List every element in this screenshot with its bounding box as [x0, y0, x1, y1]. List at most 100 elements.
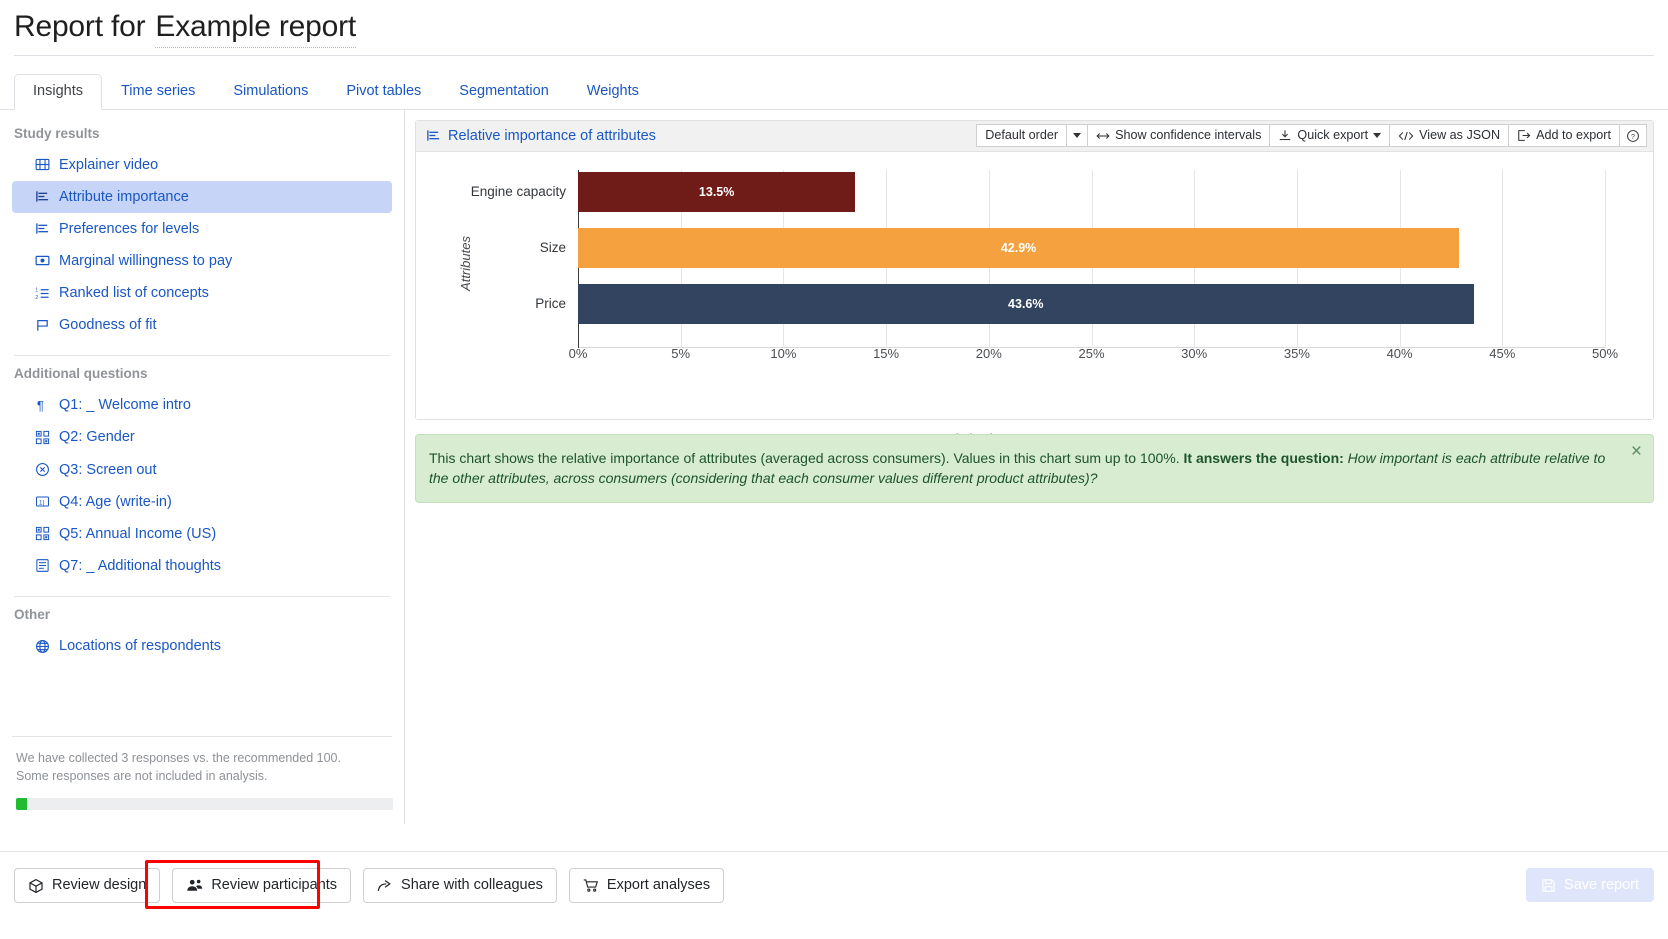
review-participants-label: Review participants — [211, 877, 338, 893]
bar-category-label: Size — [539, 240, 566, 255]
text-lines-icon — [34, 558, 50, 574]
bar[interactable]: Price 43.6% — [535, 283, 1474, 324]
save-report-button[interactable]: Save report — [1526, 868, 1654, 902]
bar[interactable]: Size 42.9% — [540, 227, 1460, 268]
sidebar-item-label: Attribute importance — [59, 188, 189, 205]
share-with-colleagues-button[interactable]: Share with colleagues — [363, 868, 557, 904]
tab-weights[interactable]: Weights — [568, 74, 658, 109]
sidebar-footer: We have collected 3 responses vs. the re… — [12, 736, 393, 823]
page-title: Report for Example report — [14, 10, 1654, 48]
order-select-caret-button[interactable] — [1066, 124, 1089, 147]
quick-export-button[interactable]: Quick export — [1269, 124, 1391, 147]
bar-chart-icon — [34, 221, 50, 237]
sidebar-item-goodness-of-fit[interactable]: Goodness of fit — [12, 309, 392, 341]
arrows-horizontal-icon — [1096, 130, 1110, 142]
sidebar-item-label: Q2: Gender — [59, 429, 135, 446]
share-with-colleagues-label: Share with colleagues — [401, 877, 543, 893]
export-analyses-label: Export analyses — [606, 877, 711, 893]
order-select[interactable]: Default order — [976, 124, 1068, 147]
bar-plot: 0% 5% 10% 15% 20% 25% 30% 35% 40% 45% 50% Engine ca… — [471, 169, 1618, 361]
sidebar-item-label: Preferences for levels — [59, 220, 200, 237]
add-to-export-button[interactable]: Add to export — [1508, 124, 1620, 147]
bar-value-label: 42.9% — [1000, 240, 1037, 255]
sidebar-item-ranked-list-of-concepts[interactable]: 1 2 Ranked list of concepts — [12, 277, 392, 309]
sidebar-item-label: Q4: Age (write-in) — [59, 493, 172, 510]
x-tick-label: 35% — [1283, 345, 1310, 361]
bar-row: Engine capacity 13.5% — [471, 171, 1605, 212]
x-tick-label: 45% — [1489, 345, 1516, 361]
chart-heading[interactable]: Relative importance of attributes — [426, 128, 656, 144]
review-design-button[interactable]: Review design — [14, 868, 161, 904]
tab-time-series[interactable]: Time series — [102, 74, 214, 109]
people-icon — [186, 878, 203, 893]
sidebar-item-q5-annual-income[interactable]: Q5: Annual Income (US) — [12, 518, 392, 550]
sidebar-item-q7-additional-thoughts[interactable]: Q7: _ Additional thoughts — [12, 550, 392, 582]
code-icon — [1398, 130, 1414, 142]
sidebar-item-q4-age[interactable]: 1| Q4: Age (write-in) — [12, 486, 392, 518]
responses-progress-bar — [16, 797, 393, 810]
sidebar-item-label: Q1: _ Welcome intro — [59, 397, 191, 414]
sidebar-item-label: Q3: Screen out — [59, 461, 157, 478]
film-icon — [34, 157, 50, 173]
responses-note: We have collected 3 responses vs. the re… — [16, 751, 341, 784]
help-button[interactable]: ? — [1619, 124, 1647, 147]
paragraph-icon: ¶ — [34, 397, 50, 413]
bar-chart-icon — [34, 189, 50, 205]
sidebar-item-preferences-for-levels[interactable]: Preferences for levels — [12, 213, 392, 245]
info-banner: This chart shows the relative importance… — [415, 433, 1654, 503]
circle-x-icon — [34, 462, 50, 478]
bar[interactable]: Engine capacity 13.5% — [471, 171, 856, 212]
sidebar-item-q3-screen-out[interactable]: Q3: Screen out — [12, 454, 392, 486]
choice-grid-icon — [34, 526, 50, 542]
sidebar-item-label: Goodness of fit — [59, 317, 157, 334]
chart-card: Relative importance of attributes Defaul… — [415, 119, 1654, 446]
sidebar-item-label: Q7: _ Additional thoughts — [59, 557, 222, 574]
bar-category-label: Engine capacity — [470, 184, 566, 199]
report-name-field[interactable]: Example report — [155, 10, 356, 48]
sidebar-item-marginal-willingness-to-pay[interactable]: Marginal willingness to pay — [12, 245, 392, 277]
sidebar-item-q2-gender[interactable]: Q2: Gender — [12, 421, 392, 453]
svg-text:1|: 1| — [38, 500, 44, 507]
order-select-group: Default order — [976, 124, 1089, 147]
sidebar-item-attribute-importance[interactable]: Attribute importance — [12, 180, 392, 213]
chart-heading-label: Relative importance of attributes — [448, 127, 656, 144]
tab-insights[interactable]: Insights — [14, 74, 102, 110]
add-to-export-label: Add to export — [1536, 128, 1611, 143]
bar-category-label: Price — [535, 296, 566, 311]
export-analyses-button[interactable]: Export analyses — [568, 868, 725, 904]
page-title-prefix: Report for — [14, 10, 146, 43]
y-axis-title: Attributes — [457, 235, 473, 291]
sidebar-item-q1-welcome-intro[interactable]: ¶ Q1: _ Welcome intro — [12, 389, 392, 421]
question-circle-icon: ? — [1626, 129, 1640, 143]
bar-row: Size 42.9% — [540, 227, 1605, 268]
review-participants-button[interactable]: Review participants — [172, 868, 352, 904]
chevron-down-icon — [1073, 133, 1082, 138]
show-confidence-intervals-button[interactable]: Show confidence intervals — [1087, 124, 1271, 147]
x-tick-label: 5% — [671, 345, 691, 361]
x-tick-label: 10% — [770, 345, 797, 361]
money-icon — [34, 253, 50, 269]
cube-icon — [28, 878, 44, 894]
bottom-action-bar: Review design Review participants Share … — [0, 851, 1668, 939]
tab-pivot-tables[interactable]: Pivot tables — [327, 74, 440, 109]
ordered-list-icon: 1 2 — [34, 285, 50, 301]
sidebar-divider — [14, 355, 390, 357]
sidebar: Study results Explainer video Attribute … — [0, 109, 405, 824]
sidebar-group-title-other: Other — [14, 607, 51, 622]
tab-simulations[interactable]: Simulations — [214, 74, 327, 109]
sidebar-item-label: Q5: Annual Income (US) — [59, 525, 217, 542]
main-content: Relative importance of attributes Defaul… — [405, 110, 1668, 824]
tab-segmentation[interactable]: Segmentation — [440, 74, 567, 109]
tab-bar: Insights Time series Simulations Pivot t… — [0, 74, 1668, 110]
sidebar-item-explainer-video[interactable]: Explainer video — [12, 149, 392, 181]
export-icon — [1517, 129, 1531, 142]
show-confidence-intervals-label: Show confidence intervals — [1115, 128, 1262, 143]
close-icon[interactable]: × — [1631, 442, 1642, 461]
view-as-json-label: View as JSON — [1419, 128, 1501, 143]
bar-value-label: 43.6% — [1008, 296, 1044, 311]
sidebar-item-locations-of-respondents[interactable]: Locations of respondents — [12, 630, 392, 662]
download-icon — [1278, 129, 1292, 142]
quick-export-label: Quick export — [1297, 128, 1369, 143]
x-tick-label: 0% — [568, 345, 588, 361]
view-as-json-button[interactable]: View as JSON — [1389, 124, 1510, 147]
